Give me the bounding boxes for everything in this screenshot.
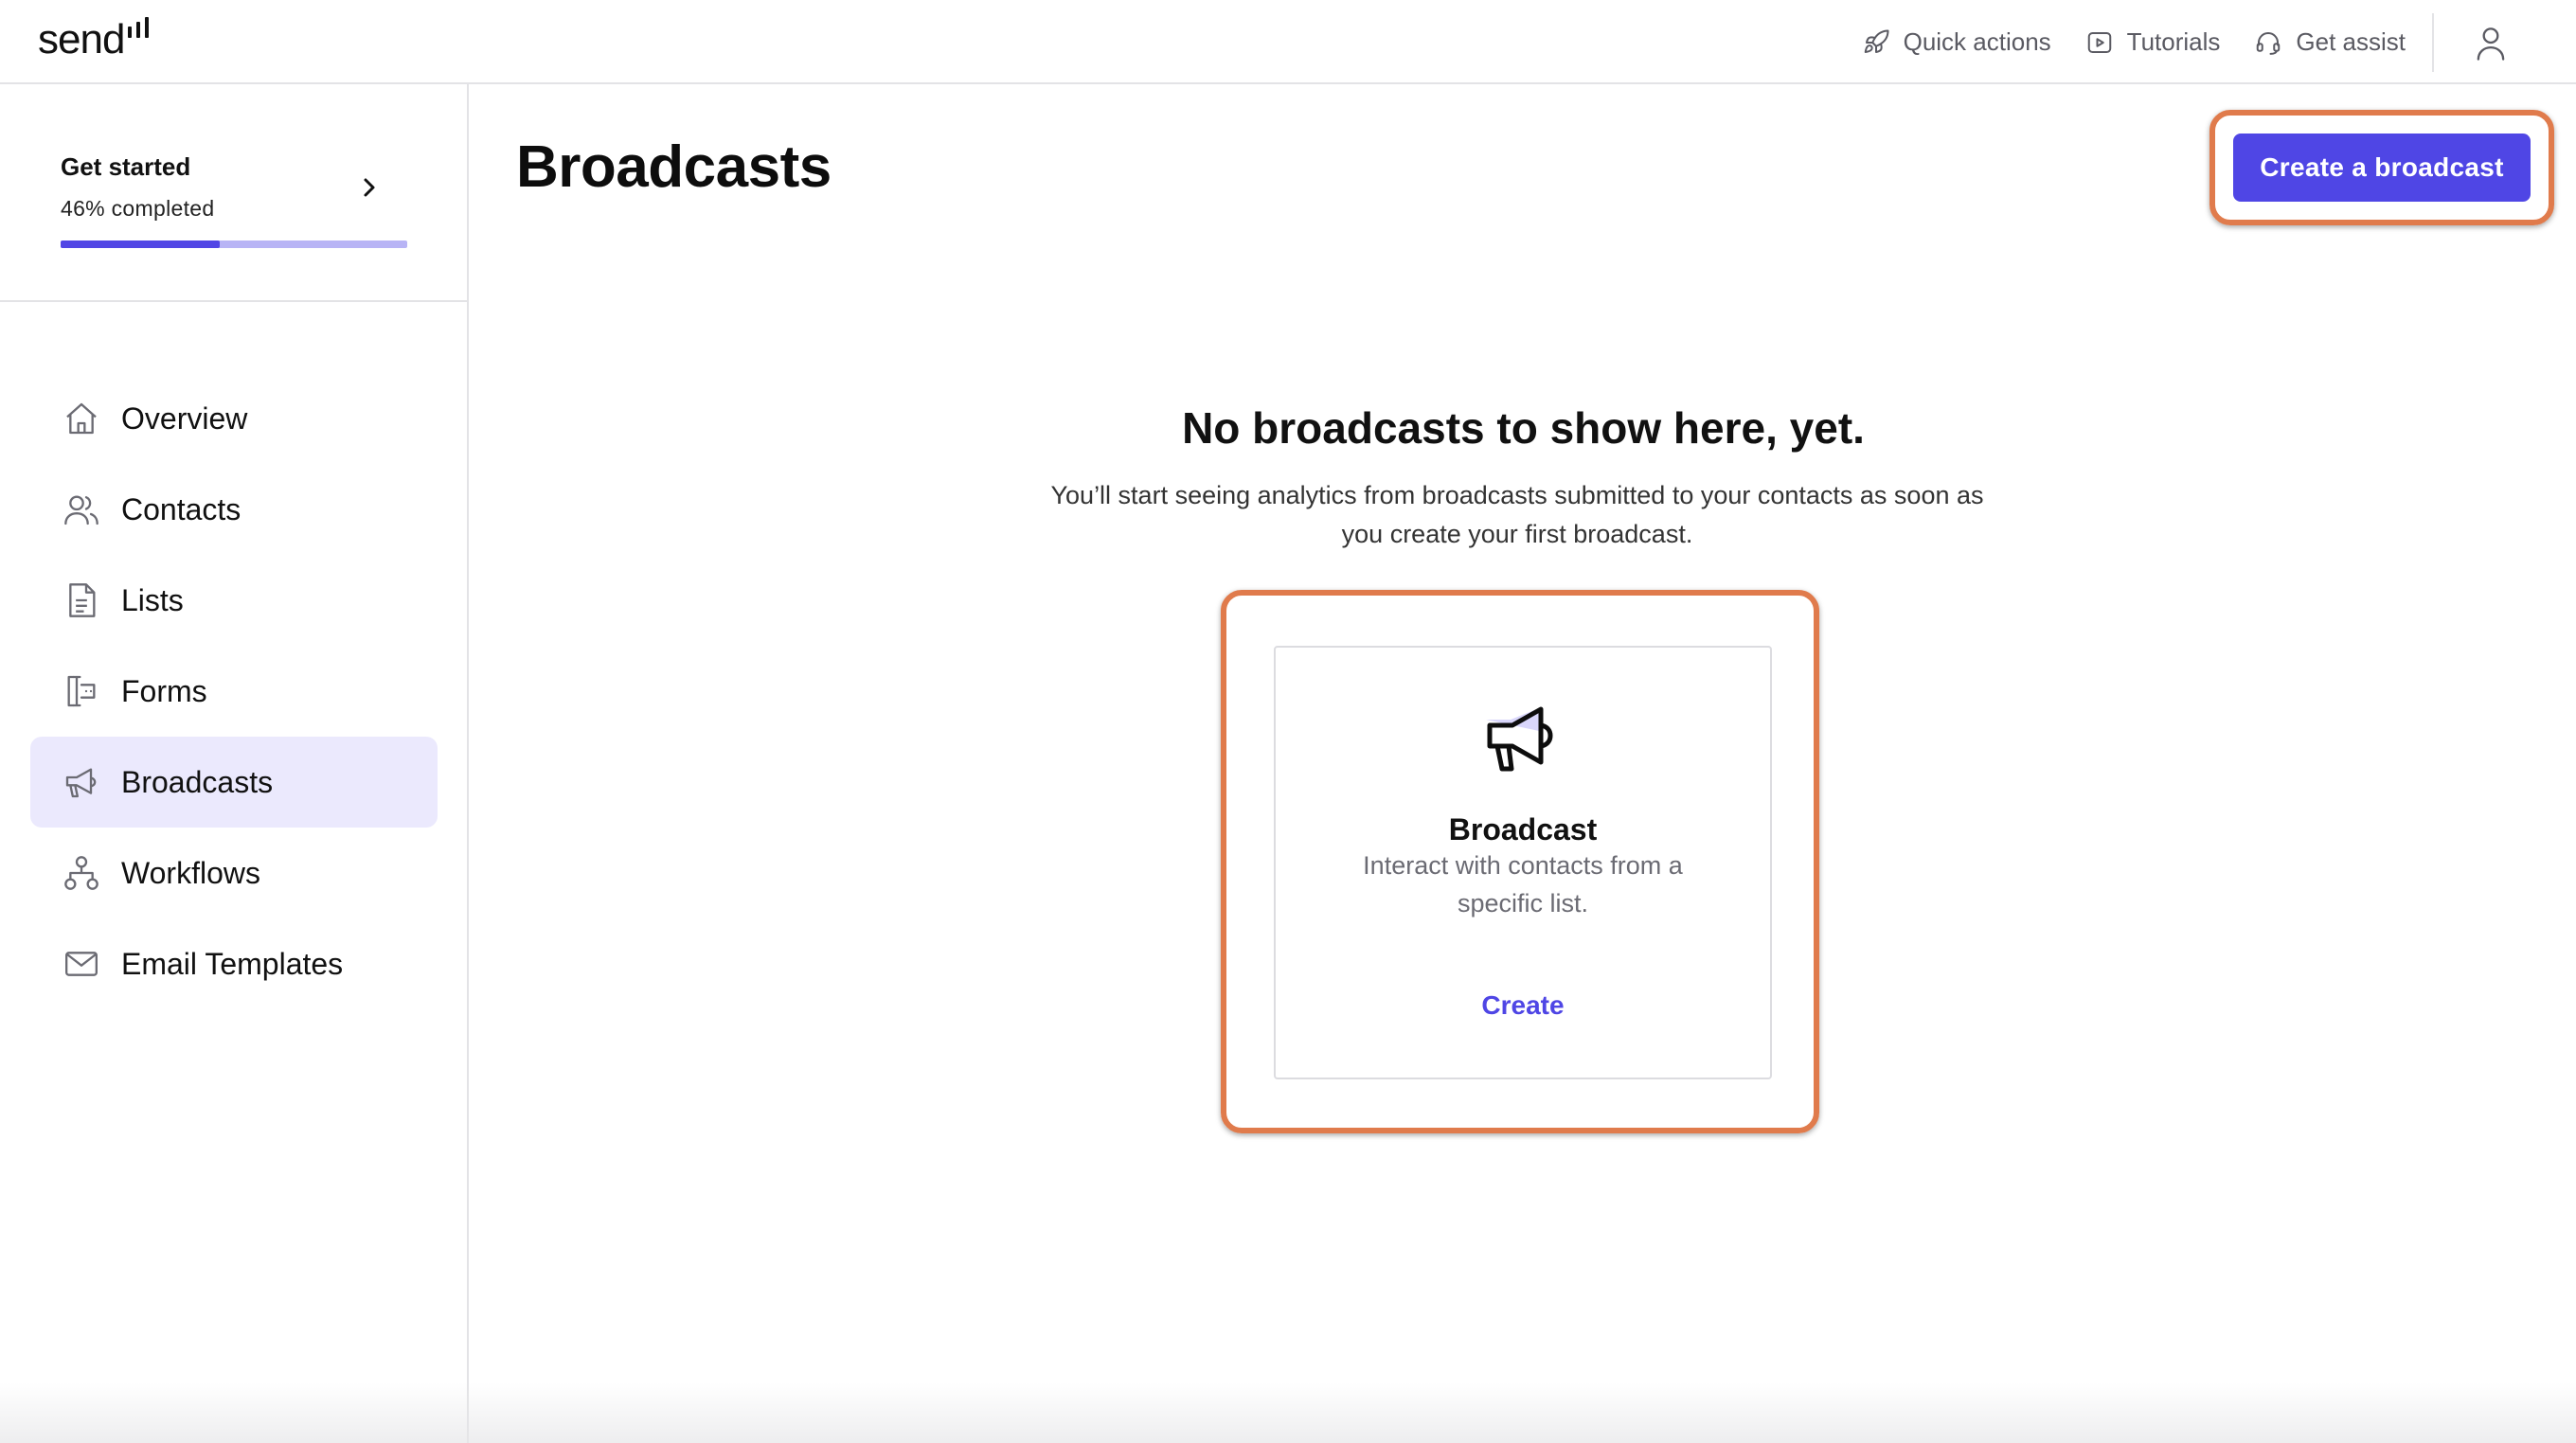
broadcast-card[interactable]: Broadcast Interact with contacts from a … <box>1274 646 1772 1079</box>
progress-fill <box>61 240 221 248</box>
empty-state-title: No broadcasts to show here, yet. <box>1182 403 1865 453</box>
tutorials-label: Tutorials <box>2126 27 2221 56</box>
sidebar-nav: Overview Contacts Lists Forms Broadcasts… <box>30 373 438 1009</box>
logo-bars-icon <box>128 17 150 38</box>
quick-actions-button[interactable]: Quick actions <box>1862 27 2051 57</box>
get-started-progress-text: 46% completed <box>61 196 215 221</box>
sidebar-item-label: Forms <box>121 673 207 708</box>
sidebar-item-label: Broadcasts <box>121 764 274 799</box>
quick-actions-label: Quick actions <box>1903 27 2051 56</box>
sidebar: Get started 46% completed Overview Conta… <box>0 84 469 1443</box>
megaphone-icon <box>65 768 97 798</box>
home-icon <box>66 402 97 435</box>
sidebar-item-label: Email Templates <box>121 946 344 981</box>
sidebar-item-forms[interactable]: Forms <box>30 646 438 737</box>
card-title: Broadcast <box>1448 812 1598 846</box>
play-icon <box>2087 31 2111 53</box>
logo-text: send <box>38 16 125 62</box>
chevron-right-icon[interactable] <box>360 175 379 200</box>
form-icon <box>67 675 96 707</box>
sidebar-item-label: Lists <box>121 582 184 617</box>
sidebar-item-overview[interactable]: Overview <box>30 373 438 464</box>
workflow-icon <box>64 856 98 890</box>
sidebar-item-workflows[interactable]: Workflows <box>30 828 438 918</box>
sidebar-item-contacts[interactable]: Contacts <box>30 464 438 555</box>
tutorials-button[interactable]: Tutorials <box>2085 27 2221 57</box>
rocket-icon <box>1864 28 1889 53</box>
user-icon <box>2477 27 2505 61</box>
get-started-title: Get started <box>61 152 191 181</box>
users-icon <box>64 495 98 526</box>
mail-icon <box>65 952 98 976</box>
get-started-panel[interactable]: Get started 46% completed <box>0 84 467 302</box>
sidebar-item-lists[interactable]: Lists <box>30 555 438 646</box>
get-assist-label: Get assist <box>2296 27 2406 56</box>
empty-state-description: You’ll start seeing analytics from broad… <box>1050 481 1984 548</box>
megaphone-icon <box>1486 706 1553 772</box>
sidebar-item-label: Overview <box>121 401 248 436</box>
sidebar-item-broadcasts[interactable]: Broadcasts <box>30 737 438 828</box>
send-logo[interactable]: send <box>38 13 150 66</box>
create-broadcast-button[interactable]: Create a broadcast <box>2233 134 2531 202</box>
top-actions: Quick actions Tutorials Get assist <box>1862 0 2576 84</box>
get-started-progress-bar <box>61 240 407 248</box>
headset-icon <box>2257 31 2281 55</box>
top-bar: send Quick actions Tutorials Get assist <box>0 0 2576 84</box>
main-content: Broadcasts Create a broadcast No broadca… <box>471 84 2576 1443</box>
sidebar-item-label: Contacts <box>121 491 242 526</box>
user-menu-button[interactable] <box>2472 24 2510 62</box>
sidebar-item-label: Workflows <box>121 855 260 890</box>
page-title: Broadcasts <box>516 134 832 200</box>
document-icon <box>69 583 96 617</box>
top-divider <box>2432 12 2434 72</box>
card-description: Interact with contacts from a specific l… <box>1363 851 1683 917</box>
create-link[interactable]: Create <box>1276 990 1770 1021</box>
get-assist-button[interactable]: Get assist <box>2254 27 2406 57</box>
sidebar-item-email-templates[interactable]: Email Templates <box>30 918 438 1009</box>
